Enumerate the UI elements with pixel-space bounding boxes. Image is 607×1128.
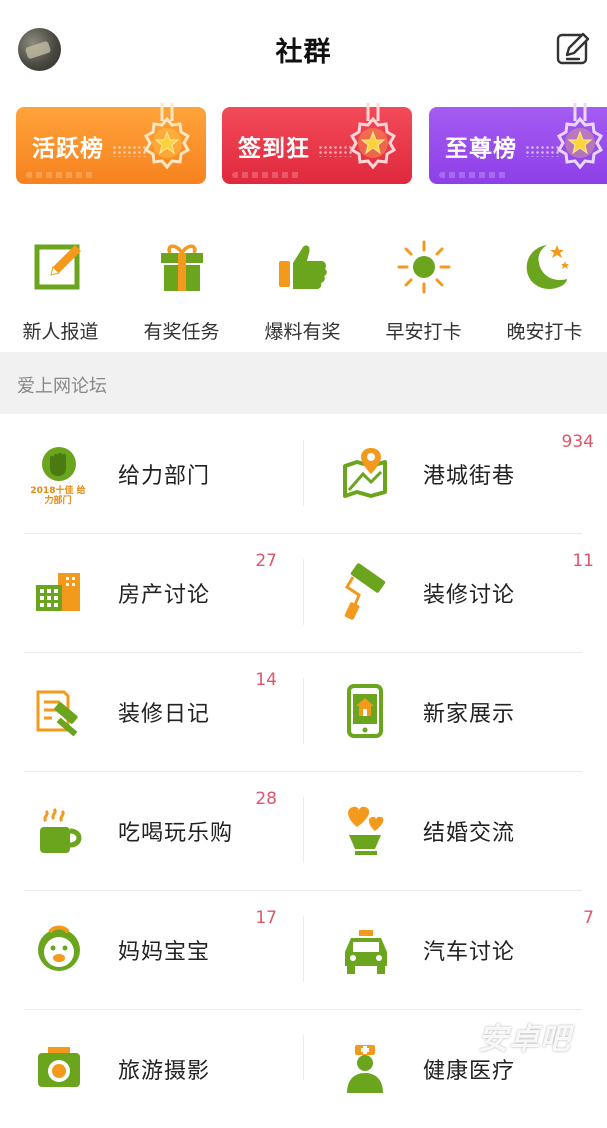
gift-icon [161, 244, 203, 291]
forum-item-gangcheng[interactable]: 港城街巷 934 [305, 414, 602, 533]
forum-name: 装修日记 [118, 702, 211, 727]
banner-supreme-rank[interactable]: 至尊榜 [429, 103, 607, 184]
medal-star-icon [556, 103, 604, 170]
forum-item-renovation[interactable]: 装修讨论 11 [305, 533, 602, 652]
forum-item-geili[interactable]: 2018十佳 给力部门 给力部门 [0, 414, 285, 533]
coffee-cup-icon [40, 807, 82, 853]
quick-rewards-task[interactable]: 有奖任务 [121, 235, 242, 345]
column-divider [303, 678, 304, 744]
column-divider [303, 559, 304, 625]
forum-item-renovation-diary[interactable]: 装修日记 14 [0, 652, 285, 771]
taxi-icon [345, 930, 387, 974]
medal-star-icon [143, 103, 191, 170]
sun-icon [397, 240, 451, 294]
ranking-banners: 活跃榜 签到狂 至尊榜 [0, 103, 607, 185]
banner-checkin-rank[interactable]: 签到狂 [222, 103, 412, 184]
quick-night-checkin[interactable]: 晚安打卡 [484, 235, 605, 345]
forum-item-food-fun[interactable]: 吃喝玩乐购 28 [0, 771, 285, 890]
banner-stripes [439, 172, 509, 178]
quick-label: 早安打卡 [385, 321, 462, 343]
banner-active-rank[interactable]: 活跃榜 [16, 103, 206, 184]
forum-name: 结婚交流 [423, 821, 516, 846]
quick-tip-off[interactable]: 爆料有奖 [242, 235, 363, 345]
forum-item-travel-photo[interactable]: 旅游摄影 [0, 1009, 285, 1128]
quick-newcomer[interactable]: 新人报道 [0, 235, 121, 345]
quick-label: 爆料有奖 [264, 321, 341, 343]
phone-house-icon [347, 684, 383, 738]
doctor-icon [347, 1045, 383, 1093]
edit-note-icon [34, 244, 81, 290]
forum-count: 14 [255, 670, 277, 690]
forum-name: 吃喝玩乐购 [118, 821, 234, 846]
page-title: 社群 [275, 37, 332, 68]
column-divider [303, 916, 304, 982]
forum-grid: 2018十佳 给力部门 给力部门 港城街巷 934 房产讨论 27 装修讨论 1… [0, 414, 607, 1093]
baby-face-icon [38, 925, 80, 971]
forum-name: 给力部门 [118, 464, 211, 489]
forum-name: 港城街巷 [423, 464, 516, 489]
forum-name: 妈妈宝宝 [118, 940, 211, 965]
forum-count: 28 [255, 789, 277, 809]
thumbs-up-icon [279, 245, 327, 289]
forum-name: 新家展示 [423, 702, 516, 727]
forum-section-header: 爱上网论坛 [0, 352, 607, 414]
forum-count: 934 [561, 432, 594, 452]
forum-item-mom-baby[interactable]: 妈妈宝宝 17 [0, 890, 285, 1009]
forum-name: 装修讨论 [423, 583, 516, 608]
hearts-cup-icon [348, 806, 384, 855]
quick-label: 有奖任务 [143, 321, 220, 343]
quick-label: 新人报道 [22, 321, 99, 343]
banner-label: 至尊榜 [445, 136, 517, 162]
forum-item-cars[interactable]: 汽车讨论 7 [305, 890, 602, 1009]
banner-label: 签到狂 [238, 136, 310, 162]
banner-stripes [26, 172, 96, 178]
buildings-icon [36, 573, 80, 611]
forum-count: 11 [572, 551, 594, 571]
moon-icon [526, 245, 569, 290]
column-divider [303, 440, 304, 506]
camera-icon [38, 1047, 80, 1087]
column-divider [303, 797, 304, 863]
forum-count: 17 [255, 908, 277, 928]
diary-hammer-icon [36, 690, 78, 737]
fist-badge-caption: 2018十佳 给力部门 [30, 486, 86, 506]
forum-name: 汽车讨论 [423, 940, 516, 965]
forum-item-wedding[interactable]: 结婚交流 [305, 771, 602, 890]
forum-count: 7 [583, 908, 594, 928]
medal-star-icon [349, 103, 397, 170]
banner-label: 活跃榜 [32, 136, 104, 162]
forum-name: 旅游摄影 [118, 1059, 211, 1084]
forum-item-real-estate[interactable]: 房产讨论 27 [0, 533, 285, 652]
top-bar: 社群 [0, 0, 607, 98]
paint-roller-icon [344, 563, 386, 620]
compose-icon[interactable] [555, 31, 591, 67]
map-pin-icon [343, 448, 387, 498]
quick-label: 晚安打卡 [506, 321, 583, 343]
forum-name: 房产讨论 [118, 583, 211, 608]
column-divider [303, 1035, 304, 1080]
watermark-logo: 安卓吧 [478, 1022, 571, 1057]
forum-count: 27 [255, 551, 277, 571]
quick-morning-checkin[interactable]: 早安打卡 [363, 235, 484, 345]
section-title: 爱上网论坛 [17, 376, 107, 397]
quick-actions: 新人报道 有奖任务 爆料有奖 早安打卡 晚安打卡 [0, 235, 607, 345]
forum-item-new-home[interactable]: 新家展示 [305, 652, 602, 771]
banner-stripes [232, 172, 302, 178]
